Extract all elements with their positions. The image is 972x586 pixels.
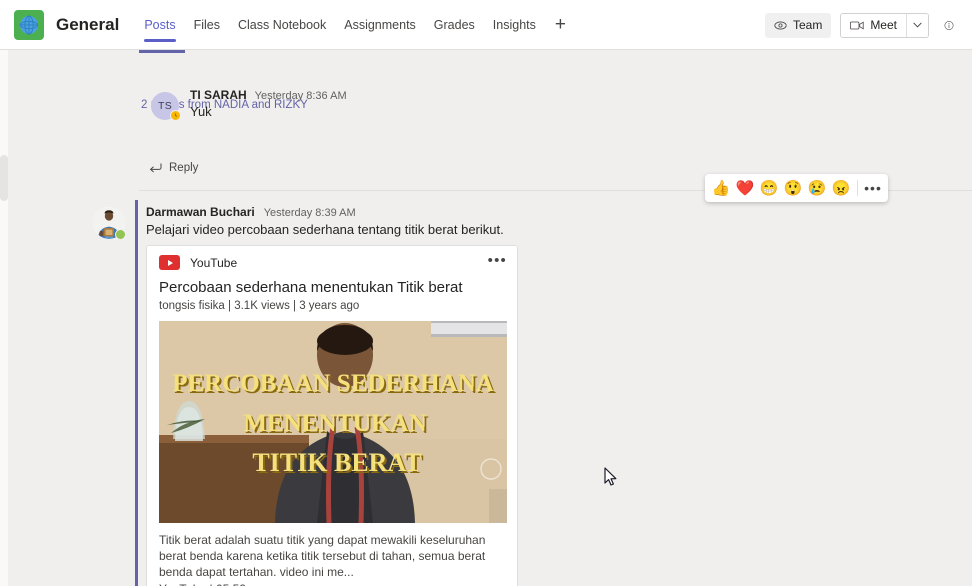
message-item: Darmawan Buchari Yesterday 8:39 AM Pelaj… (8, 200, 972, 586)
away-clock-icon (170, 110, 181, 121)
message-author: Darmawan Buchari (146, 205, 255, 219)
online-icon (115, 229, 126, 240)
message-text: Pelajari video percobaan sederhana tenta… (146, 222, 504, 237)
youtube-link-card[interactable]: ••• YouTube Percobaan sederhana menentuk… (146, 245, 518, 586)
card-title[interactable]: Percobaan sederhana menentukan Titik ber… (159, 279, 505, 296)
message-meta: Darmawan Buchari Yesterday 8:39 AM (146, 205, 962, 219)
tab-class-notebook[interactable]: Class Notebook (229, 0, 335, 50)
tab-files[interactable]: Files (185, 0, 229, 50)
tab-insights[interactable]: Insights (484, 0, 545, 50)
app-header: General Posts Files Class Notebook Assig… (0, 0, 972, 50)
reply-author: TI SARAH (190, 88, 247, 102)
reply-button[interactable]: Reply (149, 162, 198, 174)
thread-reply-message: TS TI SARAH Yesterday 8:36 AM Yuk (139, 88, 347, 121)
scrollbar-thumb[interactable] (0, 155, 8, 201)
card-header: YouTube (159, 255, 505, 270)
team-button-label: Team (792, 18, 823, 32)
thumbs-up-reaction[interactable]: 👍 (710, 177, 732, 199)
conversation-body: 2 replies from NADIA and RIZKY TS TI SAR… (0, 50, 972, 586)
meet-button-label: Meet (870, 18, 897, 32)
message-content: Darmawan Buchari Yesterday 8:39 AM Pelaj… (146, 205, 962, 586)
more-options-icon[interactable]: ••• (863, 177, 883, 199)
tab-bar: Posts Files Class Notebook Assignments G… (135, 0, 576, 50)
meet-button-group: Meet (840, 12, 929, 38)
card-description: Titik berat adalah suatu titik yang dapa… (159, 533, 486, 579)
tab-grades[interactable]: Grades (425, 0, 484, 50)
header-actions: Team Meet (764, 0, 960, 50)
youtube-icon (159, 255, 180, 270)
svg-text:TITIK BERAT: TITIK BERAT (252, 448, 421, 477)
info-circle-icon[interactable] (938, 14, 960, 36)
reply-meta: TI SARAH Yesterday 8:36 AM (190, 88, 347, 102)
heart-reaction[interactable]: ❤️ (734, 177, 756, 199)
globe-icon (14, 9, 44, 40)
eye-icon (774, 19, 787, 32)
card-footer: YouTube | 05:52 (159, 582, 505, 586)
vertical-scrollbar[interactable] (0, 50, 8, 586)
page-title: General (56, 14, 120, 34)
add-tab-button[interactable]: + (545, 0, 576, 50)
reply-timestamp: Yesterday 8:36 AM (254, 90, 347, 102)
toolbar-divider (857, 180, 858, 196)
card-provider-label: YouTube (190, 255, 238, 270)
reply-arrow-icon (149, 162, 162, 174)
avatar: TS (151, 92, 181, 121)
tab-posts[interactable]: Posts (135, 0, 184, 50)
video-camera-icon (850, 20, 864, 31)
reply-text: Yuk (190, 104, 212, 119)
conversation-list: 2 replies from NADIA and RIZKY TS TI SAR… (8, 50, 972, 586)
reply-body: TI SARAH Yesterday 8:36 AM Yuk (190, 88, 347, 119)
sad-reaction[interactable]: 😢 (806, 177, 828, 199)
reply-button-label: Reply (169, 162, 199, 174)
card-more-options-icon[interactable]: ••• (488, 253, 507, 268)
video-thumbnail[interactable]: PERCOBAAN SEDERHANA PERCOBAAN SEDERHANA … (159, 321, 507, 523)
tab-assignments[interactable]: Assignments (335, 0, 425, 50)
card-subtitle: tongsis fisika | 3.1K views | 3 years ag… (159, 300, 360, 312)
svg-text:PERCOBAAN SEDERHANA: PERCOBAAN SEDERHANA (172, 370, 494, 397)
message-timestamp: Yesterday 8:39 AM (263, 207, 356, 219)
meet-button[interactable]: Meet (841, 13, 906, 37)
team-button[interactable]: Team (764, 12, 832, 38)
svg-text:MENENTUKAN: MENENTUKAN (243, 410, 426, 437)
surprised-reaction[interactable]: 😲 (782, 177, 804, 199)
message-accent-bar (135, 200, 138, 586)
chevron-down-icon[interactable] (906, 13, 928, 37)
angry-reaction[interactable]: 😠 (830, 177, 852, 199)
laugh-reaction[interactable]: 😁 (758, 177, 780, 199)
avatar (93, 207, 126, 240)
reaction-toolbar: 👍 ❤️ 😁 😲 😢 😠 ••• (705, 174, 888, 202)
thread-accent-bar (139, 50, 185, 53)
